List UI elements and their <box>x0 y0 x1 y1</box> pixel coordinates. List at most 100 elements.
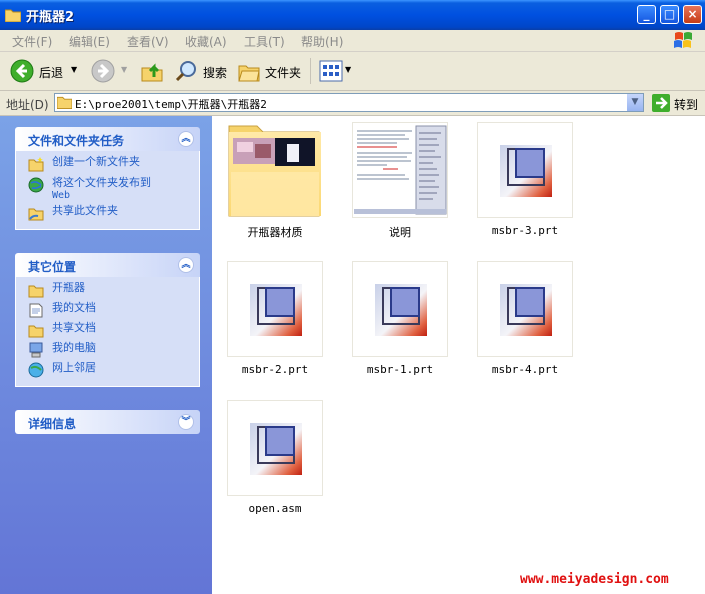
views-icon[interactable] <box>319 60 343 82</box>
forward-arrow-icon[interactable] <box>91 59 115 83</box>
search-button[interactable]: 搜索 <box>203 64 227 81</box>
folder-icon <box>28 285 44 298</box>
minimize-button[interactable]: _ <box>637 5 656 24</box>
other-places-title: 其它位置 <box>28 260 77 274</box>
task-publish-web[interactable]: 将这个文件夹发布到 Web <box>16 176 199 202</box>
details-header[interactable]: 详细信息 ︾ <box>15 410 200 434</box>
file-tasks-panel: 文件和文件夹任务 ︽ 创建一个新文件夹 将这个文件夹发布到 Web 共享此文件夹 <box>15 127 200 230</box>
other-places-header[interactable]: 其它位置 ︽ <box>15 253 200 277</box>
task-publish-web-sub: Web <box>52 190 71 201</box>
proe-part-icon <box>375 284 427 336</box>
forward-dropdown-icon[interactable]: ▼ <box>121 65 127 74</box>
file-view: 开瓶器材质 说明 msbr-3.prt msbr-2.prt msbr-1.pr… <box>212 116 705 594</box>
part-thumbnail <box>227 261 323 357</box>
views-dropdown-icon[interactable]: ▼ <box>345 65 351 74</box>
windows-logo-icon <box>674 32 692 48</box>
proe-part-icon <box>250 284 302 336</box>
toolbar: 后退 ▼ ▼ 搜索 文件夹 ▼ <box>0 52 705 91</box>
place-my-computer-label: 我的电脑 <box>52 341 96 354</box>
part-thumbnail <box>477 122 573 218</box>
task-new-folder[interactable]: 创建一个新文件夹 <box>16 155 199 174</box>
other-places-panel: 其它位置 ︽ 开瓶器 我的文档 共享文档 我的电脑 网上邻居 <box>15 253 200 387</box>
address-bar: 地址(D) E:\proe2001\temp\开瓶器\开瓶器2 ▼ 转到 <box>0 91 705 116</box>
menu-bar: 文件(F) 编辑(E) 查看(V) 收藏(A) 工具(T) 帮助(H) <box>0 30 705 52</box>
file-name: msbr-3.prt <box>491 224 559 237</box>
proe-part-icon <box>500 145 552 197</box>
proe-assembly-icon <box>250 423 302 475</box>
file-name: open.asm <box>248 502 302 515</box>
back-button[interactable]: 后退 <box>39 64 63 81</box>
place-folder-label: 开瓶器 <box>52 281 85 294</box>
title-bar: 开瓶器2 _ □ × <box>0 0 705 30</box>
file-name: 说明 <box>389 226 411 239</box>
folders-icon[interactable] <box>237 59 261 83</box>
folder-icon <box>228 125 321 217</box>
collapse-icon[interactable]: ︽ <box>178 257 194 273</box>
toolbar-separator <box>310 58 311 84</box>
task-new-folder-label: 创建一个新文件夹 <box>52 155 140 168</box>
place-my-computer[interactable]: 我的电脑 <box>16 341 199 360</box>
proe-part-icon <box>500 284 552 336</box>
address-input[interactable]: E:\proe2001\temp\开瓶器\开瓶器2 ▼ <box>54 93 644 112</box>
menu-favorites[interactable]: 收藏(A) <box>185 33 227 50</box>
expand-icon[interactable]: ︾ <box>178 414 194 430</box>
folder-icon <box>5 9 21 22</box>
file-name: 开瓶器材质 <box>247 226 303 239</box>
collapse-icon[interactable]: ︽ <box>178 131 194 147</box>
go-arrow-icon <box>652 94 670 112</box>
watermark-text: www.meiyadesign.com <box>520 572 669 587</box>
menu-tools[interactable]: 工具(T) <box>244 33 285 50</box>
share-folder-icon <box>28 208 44 221</box>
my-documents-icon <box>29 303 43 318</box>
details-title: 详细信息 <box>28 417 77 431</box>
go-button[interactable]: 转到 <box>650 94 702 112</box>
place-folder[interactable]: 开瓶器 <box>16 281 199 300</box>
menu-file[interactable]: 文件(F) <box>12 33 52 50</box>
go-label: 转到 <box>674 98 699 112</box>
menu-view[interactable]: 查看(V) <box>127 33 169 50</box>
folder-icon <box>57 96 72 109</box>
file-name: msbr-4.prt <box>491 363 559 376</box>
window-title: 开瓶器2 <box>26 10 75 25</box>
close-button[interactable]: × <box>683 5 702 24</box>
folders-button[interactable]: 文件夹 <box>265 64 301 81</box>
part-thumbnail <box>477 261 573 357</box>
place-network-label: 网上邻居 <box>52 361 96 374</box>
details-panel: 详细信息 ︾ <box>15 410 200 434</box>
part-thumbnail <box>352 261 448 357</box>
task-share-folder-label: 共享此文件夹 <box>52 204 118 217</box>
file-name: msbr-2.prt <box>241 363 309 376</box>
file-tasks-body: 创建一个新文件夹 将这个文件夹发布到 Web 共享此文件夹 <box>15 151 200 230</box>
task-pane: 文件和文件夹任务 ︽ 创建一个新文件夹 将这个文件夹发布到 Web 共享此文件夹… <box>0 116 212 594</box>
file-tasks-header[interactable]: 文件和文件夹任务 ︽ <box>15 127 200 151</box>
my-computer-icon <box>29 342 43 358</box>
new-folder-icon <box>28 157 44 172</box>
assembly-thumbnail <box>227 400 323 496</box>
menu-help[interactable]: 帮助(H) <box>301 33 343 50</box>
place-my-documents[interactable]: 我的文档 <box>16 301 199 320</box>
task-share-folder[interactable]: 共享此文件夹 <box>16 204 199 223</box>
place-shared-documents-label: 共享文档 <box>52 321 96 334</box>
document-preview-icon <box>354 125 447 215</box>
menu-edit[interactable]: 编辑(E) <box>69 33 110 50</box>
publish-web-icon <box>28 177 44 193</box>
back-arrow-icon[interactable] <box>10 59 34 83</box>
shared-documents-icon <box>28 325 44 338</box>
back-dropdown-icon[interactable]: ▼ <box>71 65 77 74</box>
other-places-body: 开瓶器 我的文档 共享文档 我的电脑 网上邻居 <box>15 277 200 387</box>
place-network[interactable]: 网上邻居 <box>16 361 199 380</box>
task-publish-web-label: 将这个文件夹发布到 <box>52 176 151 189</box>
address-value: E:\proe2001\temp\开瓶器\开瓶器2 <box>75 98 267 111</box>
address-label: 地址(D) <box>6 98 49 112</box>
maximize-button[interactable]: □ <box>660 5 679 24</box>
network-places-icon <box>28 362 44 378</box>
search-icon[interactable] <box>175 59 199 83</box>
file-tasks-title: 文件和文件夹任务 <box>28 134 125 148</box>
address-dropdown-icon[interactable]: ▼ <box>627 94 643 111</box>
up-folder-icon[interactable] <box>140 59 164 83</box>
place-my-documents-label: 我的文档 <box>52 301 96 314</box>
file-name: msbr-1.prt <box>366 363 434 376</box>
document-thumbnail <box>352 122 448 218</box>
place-shared-documents[interactable]: 共享文档 <box>16 321 199 340</box>
folder-thumbnail <box>227 122 323 218</box>
